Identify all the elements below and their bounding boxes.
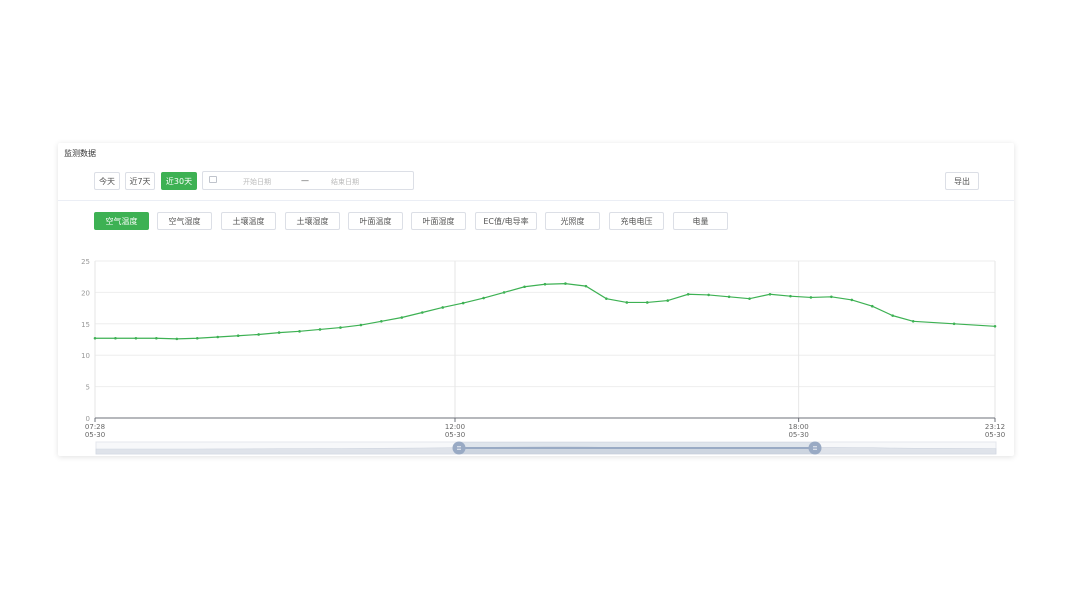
data-point <box>666 299 670 302</box>
data-point <box>809 296 813 299</box>
x-tick-label: 23:12 <box>985 423 1005 431</box>
data-point <box>400 316 404 319</box>
data-point <box>277 331 281 334</box>
temperature-line <box>95 283 996 340</box>
slider-handle[interactable] <box>452 441 466 455</box>
data-point <box>420 311 424 314</box>
data-point <box>114 336 117 340</box>
y-tick-label: 5 <box>86 384 90 392</box>
data-point <box>257 333 260 336</box>
data-point <box>502 291 506 294</box>
data-point <box>298 330 301 333</box>
data-point <box>727 295 731 299</box>
y-tick-label: 25 <box>81 258 90 266</box>
data-point <box>461 301 465 305</box>
data-point <box>134 336 138 340</box>
data-point <box>339 326 342 329</box>
x-tick-label: 12:00 <box>445 423 465 431</box>
air-temperature-chart: 0510152025 07:2805-3012:0005-3018:0005-3… <box>81 258 1005 455</box>
data-point <box>789 294 792 298</box>
data-point <box>707 293 710 297</box>
data-point <box>236 334 240 338</box>
data-point <box>482 296 485 300</box>
data-point <box>93 336 97 340</box>
data-point <box>830 295 833 299</box>
data-point <box>952 322 956 326</box>
data-point <box>625 301 629 304</box>
data-point <box>441 306 445 309</box>
x-axis: 07:2805-3012:0005-3018:0005-3023:1205-30 <box>85 417 1005 439</box>
data-point <box>155 336 158 340</box>
data-point <box>850 298 854 302</box>
y-axis: 0 5 10 15 20 25 <box>81 258 90 423</box>
data-point <box>380 319 383 323</box>
data-point <box>216 335 220 339</box>
datazoom-slider <box>95 441 997 455</box>
data-point <box>768 292 772 296</box>
data-point <box>523 285 526 289</box>
monitoring-panel: 监测数据 今天 近7天 近30天 开始日期 — 结束日期 导出 空气温度 空气湿… <box>58 143 1014 456</box>
x-tick-label: 05-30 <box>85 431 105 439</box>
x-tick-label: 05-30 <box>985 431 1005 439</box>
data-point <box>686 292 690 296</box>
x-tick-label: 05-30 <box>445 431 465 439</box>
y-tick-label: 0 <box>86 415 90 423</box>
data-point <box>175 337 179 341</box>
data-point <box>564 282 567 285</box>
data-point <box>318 328 322 331</box>
data-point <box>891 314 895 317</box>
data-point <box>993 325 997 328</box>
data-point <box>645 301 649 304</box>
data-point <box>605 297 608 300</box>
data-point <box>195 336 199 340</box>
y-tick-label: 10 <box>81 352 90 360</box>
y-tick-label: 15 <box>81 321 90 329</box>
plot-area <box>93 282 997 341</box>
data-point <box>870 304 874 308</box>
x-tick-label: 18:00 <box>789 423 809 431</box>
data-point <box>543 282 547 286</box>
slider-handle[interactable] <box>808 441 822 455</box>
data-point <box>911 319 915 323</box>
data-point <box>584 284 588 288</box>
data-point <box>359 323 363 327</box>
data-point <box>748 297 751 300</box>
x-tick-label: 05-30 <box>788 431 808 439</box>
x-tick-label: 07:28 <box>85 423 105 431</box>
y-tick-label: 20 <box>81 289 90 297</box>
